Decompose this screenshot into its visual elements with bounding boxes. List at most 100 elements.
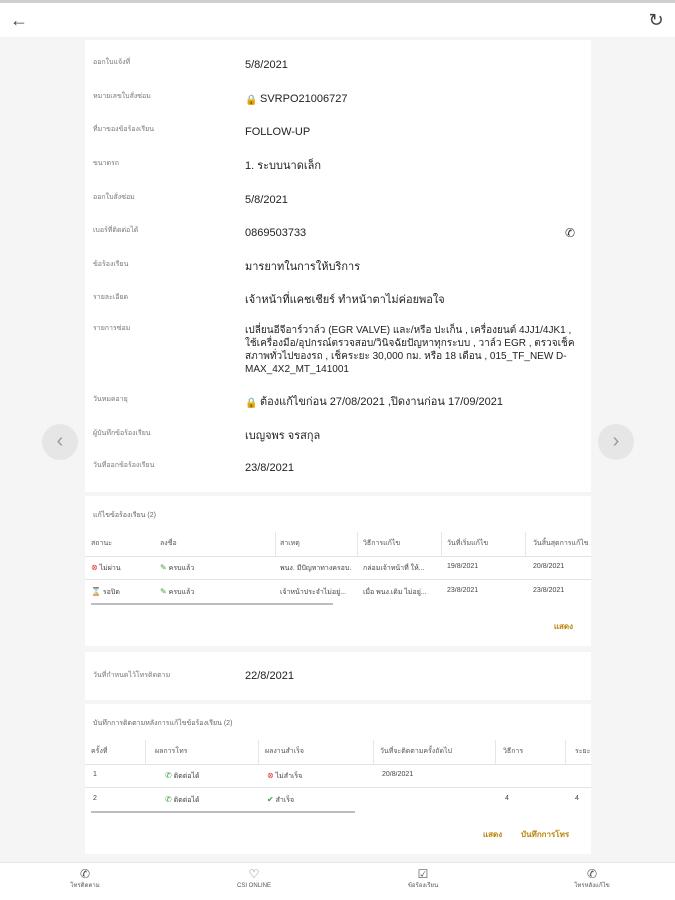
table-row-start: 23/8/2021 — [447, 587, 479, 594]
column-header: ครั้งที่ — [91, 748, 108, 755]
detail-value: 🔒 ต้องแก้ไขก่อน 27/08/2021 ,ปิดงานก่อน 17… — [245, 395, 575, 409]
phone-icon: ✆ — [165, 795, 172, 804]
column-divider — [357, 532, 358, 556]
detail-value: 5/8/2021 — [245, 194, 288, 206]
fixes-card: แก้ไขข้อร้องเรียน (2) สถานะ ลงชื่อ สาเหต… — [85, 496, 591, 646]
detail-value: 22/8/2021 — [245, 670, 294, 682]
table-row-next: 20/8/2021 — [382, 771, 414, 778]
detail-value: 5/8/2021 — [245, 59, 288, 71]
detail-value: มารยาทในการให้บริการ — [245, 261, 361, 273]
table-row-call: ✆ ติดต่อได้ — [165, 771, 200, 780]
nav-label: ข้อร้องเรียน — [407, 883, 439, 889]
table-row-start: 19/8/2021 — [447, 563, 479, 570]
phone-number: 0869503733 — [245, 227, 307, 239]
table-row-no: 2 — [93, 795, 97, 802]
chevron-left-icon[interactable]: ‹ — [42, 424, 78, 460]
column-header: ลงชื่อ — [160, 540, 177, 547]
pen-icon: ✎ — [160, 563, 167, 572]
nav-label: CSI ONLINE — [236, 883, 271, 889]
column-divider — [495, 740, 496, 764]
show-more-button[interactable]: แสดง — [554, 620, 573, 633]
calls-table: ครั้งที่ ผลการโทร ผลงานสำเร็จ วันที่จะติ… — [85, 740, 591, 820]
repair-list: เปลี่ยนอีจีอาร์วาล์ว (EGR VALVE) และ/หรื… — [245, 325, 575, 375]
column-header: วิธีการแก้ไข — [363, 540, 401, 547]
table-row-method: เมื่อ พนง.เดิม ไม่อยู่... — [363, 589, 427, 596]
phone-icon[interactable]: ✆ — [565, 226, 575, 240]
table-row-cause: พนง. มีปัญหาทางครอบ... — [280, 565, 352, 572]
detail-label: วันหมดอายุ — [93, 396, 128, 403]
nav-item-post-fix-call[interactable]: ✆ โทรหลังแก้ไข — [552, 867, 632, 891]
detail-label: รายการซ่อม — [93, 325, 131, 332]
x-circle-icon: ⊗ — [267, 771, 274, 780]
heart-icon: ♡ — [248, 867, 260, 881]
horizontal-scrollbar[interactable] — [91, 603, 333, 605]
nav-item-complaint[interactable]: ☑ ข้อร้องเรียน — [383, 867, 463, 891]
column-divider — [373, 740, 374, 764]
detail-label: ออกใบสั่งซ่อม — [93, 194, 135, 201]
show-more-button[interactable]: แสดง — [483, 828, 502, 841]
table-row-end: 23/8/2021 — [533, 587, 565, 594]
detail-label: วันที่กำหนดไว้โทรติดตาม — [93, 672, 171, 679]
detail-value: 1. ระบบนาดเล็ก — [245, 160, 322, 172]
table-row-call: ✆ ติดต่อได้ — [165, 795, 200, 804]
follow-date-card: วันที่กำหนดไว้โทรติดตาม 22/8/2021 — [85, 652, 591, 700]
table-row-result: ⊗ ไม่สำเร็จ — [267, 771, 303, 780]
lock-icon: 🔒 — [245, 398, 258, 409]
bottom-navigation: ✆ โทรติดตาม ♡ CSI ONLINE ☑ ข้อร้องเรียน … — [0, 862, 675, 900]
record-call-button[interactable]: บันทึกการโทร — [521, 828, 569, 841]
table-row-sign: ✎ ครบแล้ว — [160, 587, 195, 596]
row-divider — [85, 556, 591, 557]
table-row-term: 4 — [575, 795, 579, 802]
nav-item-csi-online[interactable]: ♡ CSI ONLINE — [214, 867, 294, 891]
detail-value: FOLLOW-UP — [245, 126, 311, 138]
app-bar: ← ↻ — [0, 3, 675, 37]
column-divider — [145, 740, 146, 764]
detail-value: เบญจพร จรสกุล — [245, 430, 321, 442]
phone-icon: ✆ — [165, 771, 172, 780]
table-row-cause: เจ้าหน้าประจำไม่อยู่... — [280, 589, 347, 596]
nav-label: โทรติดตาม — [70, 883, 100, 889]
column-divider — [441, 532, 442, 556]
table-row-result: ✔ สำเร็จ — [267, 795, 295, 804]
section-title: แก้ไขข้อร้องเรียน (2) — [93, 512, 156, 519]
column-divider — [258, 740, 259, 764]
detail-label: หมายเลขใบสั่งซ่อม — [93, 93, 151, 100]
table-row-method: 4 — [505, 795, 509, 802]
horizontal-scrollbar[interactable] — [91, 811, 355, 813]
detail-value: 23/8/2021 — [245, 462, 294, 474]
detail-label: วันที่ออกข้อร้องเรียน — [93, 462, 155, 469]
pen-icon: ✎ — [160, 587, 167, 596]
arrow-left-icon[interactable]: ← — [8, 9, 30, 31]
order-number: SVRPO21006727 — [260, 93, 348, 105]
column-header: วันที่จะติดตามครั้งถัดไป — [380, 748, 452, 755]
row-divider — [85, 579, 591, 580]
phone-call-icon: ✆ — [79, 867, 91, 881]
table-row-end: 20/8/2021 — [533, 563, 565, 570]
table-row-sign: ✎ ครบแล้ว — [160, 563, 195, 572]
x-circle-icon: ⊗ — [91, 563, 98, 572]
table-row-status: ⌛ รอปิด — [91, 587, 120, 596]
detail-label: ขนาดรถ — [93, 160, 120, 167]
refresh-icon[interactable]: ↻ — [645, 9, 667, 31]
row-divider — [85, 764, 591, 765]
row-divider — [85, 787, 591, 788]
phone-follow-icon: ✆ — [586, 867, 598, 881]
column-header: สถานะ — [91, 540, 112, 547]
hourglass-icon: ⌛ — [91, 587, 101, 596]
detail-value: เจ้าหน้าที่แคชเชียร์ ทำหน้าตาไม่ค่อยพอใจ — [245, 294, 445, 306]
column-header: วันที่เริ่มแก้ไข — [447, 540, 489, 547]
table-row-status: ⊗ ไม่ผ่าน — [91, 563, 121, 572]
column-divider — [275, 532, 276, 556]
table-row-no: 1 — [93, 771, 97, 778]
column-header: ระยะ — [575, 748, 591, 755]
detail-label: ผู้บันทึกข้อร้องเรียน — [93, 430, 151, 437]
chevron-right-icon[interactable]: › — [598, 424, 634, 460]
complaint-icon: ☑ — [417, 867, 429, 881]
calls-card: บันทึกการติดตามหลังการแก้ไขข้อร้องเรียน … — [85, 704, 591, 854]
lock-icon: 🔒 — [245, 95, 258, 106]
detail-label: ข้อร้องเรียน — [93, 261, 129, 268]
nav-item-follow-call[interactable]: ✆ โทรติดตาม — [45, 867, 125, 891]
section-title: บันทึกการติดตามหลังการแก้ไขข้อร้องเรียน … — [93, 720, 233, 727]
table-row-method: กล่อมเจ้าหน้าที่ ให้... — [363, 565, 425, 572]
detail-label: รายละเอียด — [93, 294, 129, 301]
